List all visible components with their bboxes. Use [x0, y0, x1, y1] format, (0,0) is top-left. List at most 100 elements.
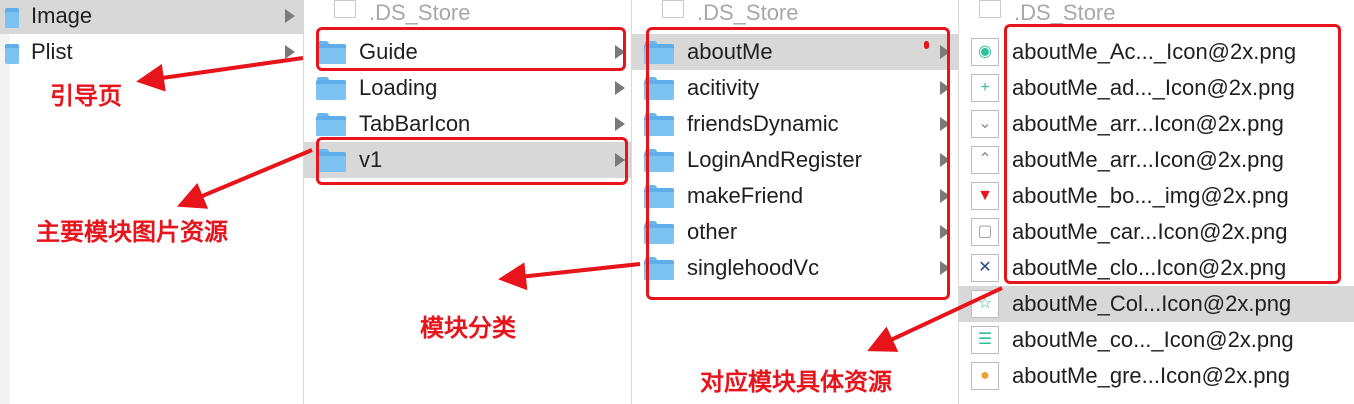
file-row[interactable]: ▼ aboutMe_bo..._img@2x.png — [959, 178, 1354, 214]
folder-icon — [316, 76, 346, 100]
file-icon — [662, 0, 684, 18]
file-icon — [334, 0, 356, 18]
chevron-right-icon — [940, 261, 950, 275]
chevron-right-icon — [940, 81, 950, 95]
annotation-module-resources: 对应模块具体资源 — [700, 369, 892, 396]
file-row[interactable]: ◉ aboutMe_Ac..._Icon@2x.png — [959, 34, 1354, 70]
folder-icon — [644, 256, 674, 280]
chevron-right-icon — [615, 153, 625, 167]
list-item-label: singlehoodVc — [687, 255, 820, 280]
list-item-label: friendsDynamic — [687, 111, 839, 136]
file-name: aboutMe_co..._Icon@2x.png — [1012, 327, 1294, 352]
list-item-label: Plist — [31, 39, 73, 64]
red-dot — [924, 41, 929, 49]
annotation-guide: 引导页 — [50, 83, 122, 110]
folder-icon — [5, 4, 19, 28]
file-name: aboutMe_Col...Icon@2x.png — [1012, 291, 1292, 316]
list-item-friendsdynamic[interactable]: friendsDynamic — [632, 106, 958, 142]
chevron-right-icon — [615, 81, 625, 95]
column-2: .DS_Store Guide Loading TabBarIcon v1 — [304, 0, 631, 404]
chevron-right-icon — [940, 225, 950, 239]
list-item-ds-store[interactable]: .DS_Store — [304, 0, 631, 28]
chevron-down-icon: ⌄ — [971, 110, 999, 138]
list-item-loading[interactable]: Loading — [304, 70, 631, 106]
file-row[interactable]: + aboutMe_ad..._Icon@2x.png — [959, 70, 1354, 106]
annotation-main-module: 主要模块图片资源 — [36, 219, 228, 246]
eye-icon: ◉ — [971, 38, 999, 66]
folder-icon — [644, 112, 674, 136]
list-item-singlehoodvc[interactable]: singlehoodVc — [632, 250, 958, 286]
chevron-right-icon — [615, 117, 625, 131]
file-row[interactable]: ⌃ aboutMe_arr...Icon@2x.png — [959, 142, 1354, 178]
card-icon: ▢ — [971, 218, 999, 246]
list-item-v1[interactable]: v1 — [304, 142, 631, 178]
list-item-tabbaricon[interactable]: TabBarIcon — [304, 106, 631, 142]
folder-icon — [5, 40, 19, 64]
list-item-plist[interactable]: Plist — [0, 34, 303, 70]
folder-icon — [644, 40, 674, 64]
folder-icon — [644, 220, 674, 244]
chevron-right-icon — [940, 117, 950, 131]
list-item-label: aboutMe — [687, 39, 773, 64]
close-icon: ✕ — [971, 254, 999, 282]
list-item-label: Guide — [359, 39, 418, 64]
file-icon — [979, 0, 1001, 18]
folder-icon — [316, 40, 346, 64]
list-item-aboutme[interactable]: aboutMe — [632, 34, 958, 70]
list-item-label: other — [687, 219, 738, 244]
list-item-label: LoginAndRegister — [687, 147, 862, 172]
file-row[interactable]: ⌄ aboutMe_arr...Icon@2x.png — [959, 106, 1354, 142]
file-name: aboutMe_bo..._img@2x.png — [1012, 183, 1289, 208]
folder-icon — [316, 148, 346, 172]
file-row[interactable]: ● aboutMe_gre...Icon@2x.png — [959, 358, 1354, 394]
list-item-guide[interactable]: Guide — [304, 34, 631, 70]
folder-icon — [644, 184, 674, 208]
chevron-right-icon — [940, 189, 950, 203]
folder-icon — [316, 112, 346, 136]
list-item-ds-store[interactable]: .DS_Store — [959, 0, 1354, 28]
list-item-acitivity[interactable]: acitivity — [632, 70, 958, 106]
star-icon: ☆ — [971, 290, 999, 318]
column-1: Image Plist — [0, 0, 303, 404]
list-item-image[interactable]: Image — [0, 0, 303, 34]
chevron-right-icon — [940, 153, 950, 167]
chevron-right-icon — [940, 45, 950, 59]
chevron-right-icon — [285, 9, 295, 23]
file-row[interactable]: ▢ aboutMe_car...Icon@2x.png — [959, 214, 1354, 250]
column-3: .DS_Store aboutMe acitivity friendsDynam… — [632, 0, 958, 404]
file-name: aboutMe_car...Icon@2x.png — [1012, 219, 1288, 244]
list-item-ds-store[interactable]: .DS_Store — [632, 0, 958, 28]
list-item-label: .DS_Store — [369, 0, 471, 25]
column-4: .DS_Store ◉ aboutMe_Ac..._Icon@2x.png + abo… — [959, 0, 1354, 404]
file-row[interactable]: ☆ aboutMe_Col...Icon@2x.png — [959, 286, 1354, 322]
circle-icon: ● — [971, 362, 999, 390]
file-name: aboutMe_Ac..._Icon@2x.png — [1012, 39, 1297, 64]
list-item-label: Image — [31, 3, 93, 28]
list-item-label: .DS_Store — [697, 0, 799, 25]
file-row[interactable]: ✕ aboutMe_clo...Icon@2x.png — [959, 250, 1354, 286]
list-item-label: TabBarIcon — [359, 111, 471, 136]
file-row[interactable]: ☰ aboutMe_co..._Icon@2x.png — [959, 322, 1354, 358]
list-item-label: v1 — [359, 147, 383, 172]
list-item-other[interactable]: other — [632, 214, 958, 250]
file-name: aboutMe_arr...Icon@2x.png — [1012, 147, 1284, 172]
folder-icon — [644, 148, 674, 172]
chevron-up-icon: ⌃ — [971, 146, 999, 174]
chevron-right-icon — [285, 45, 295, 59]
list-item-makefriend[interactable]: makeFriend — [632, 178, 958, 214]
file-name: aboutMe_clo...Icon@2x.png — [1012, 255, 1287, 280]
chevron-right-icon — [615, 45, 625, 59]
list-icon: ☰ — [971, 326, 999, 354]
annotation-module-category: 模块分类 — [420, 315, 516, 342]
folder-icon — [644, 76, 674, 100]
file-name: aboutMe_ad..._Icon@2x.png — [1012, 75, 1295, 100]
file-name: aboutMe_gre...Icon@2x.png — [1012, 363, 1290, 388]
bookmark-icon: ▼ — [971, 182, 999, 210]
list-item-label: makeFriend — [687, 183, 804, 208]
file-name: aboutMe_arr...Icon@2x.png — [1012, 111, 1284, 136]
list-item-label: .DS_Store — [1014, 0, 1116, 25]
list-item-label: Loading — [359, 75, 438, 100]
list-item-loginandregister[interactable]: LoginAndRegister — [632, 142, 958, 178]
plus-icon: + — [971, 74, 999, 102]
list-item-label: acitivity — [687, 75, 760, 100]
